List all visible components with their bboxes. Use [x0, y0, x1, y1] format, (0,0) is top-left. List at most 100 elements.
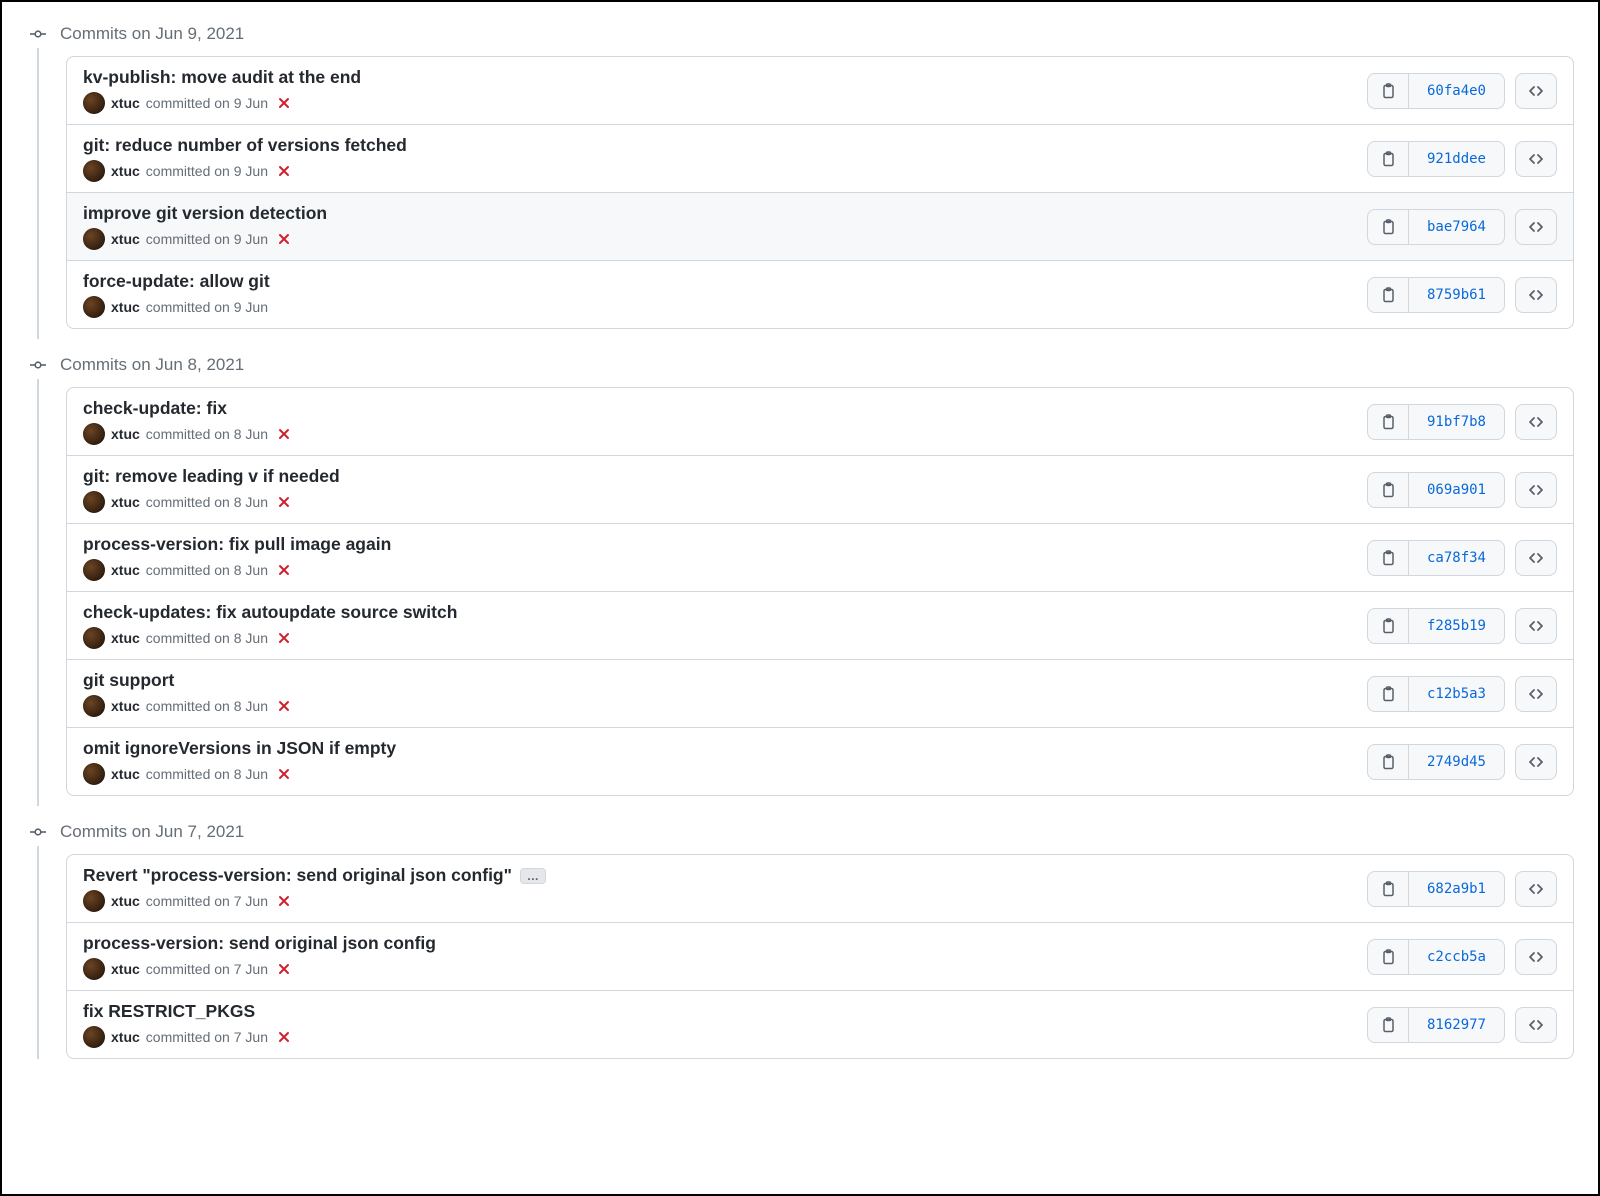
- author-link[interactable]: xtuc: [111, 562, 140, 578]
- copy-sha-button[interactable]: [1368, 940, 1408, 974]
- author-link[interactable]: xtuc: [111, 630, 140, 646]
- status-fail-icon: [278, 963, 290, 975]
- commit-sha-link[interactable]: 2749d45: [1408, 745, 1504, 779]
- author-link[interactable]: xtuc: [111, 95, 140, 111]
- browse-code-button[interactable]: [1515, 277, 1557, 313]
- browse-code-button[interactable]: [1515, 404, 1557, 440]
- author-link[interactable]: xtuc: [111, 893, 140, 909]
- commit-title-link[interactable]: force-update: allow git: [83, 271, 270, 292]
- author-link[interactable]: xtuc: [111, 766, 140, 782]
- browse-code-button[interactable]: [1515, 939, 1557, 975]
- commit-title-link[interactable]: git: reduce number of versions fetched: [83, 135, 407, 156]
- ci-status-fail[interactable]: [278, 496, 290, 508]
- commit-row: force-update: allow gitxtuccommitted on …: [67, 260, 1573, 328]
- commit-sha-link[interactable]: bae7964: [1408, 210, 1504, 244]
- browse-code-button[interactable]: [1515, 540, 1557, 576]
- avatar[interactable]: [83, 491, 105, 513]
- browse-code-button[interactable]: [1515, 744, 1557, 780]
- author-link[interactable]: xtuc: [111, 494, 140, 510]
- ci-status-fail[interactable]: [278, 768, 290, 780]
- browse-code-button[interactable]: [1515, 676, 1557, 712]
- copy-sha-button[interactable]: [1368, 278, 1408, 312]
- commit-sha-link[interactable]: f285b19: [1408, 609, 1504, 643]
- copy-sha-button[interactable]: [1368, 609, 1408, 643]
- copy-sha-button[interactable]: [1368, 473, 1408, 507]
- browse-code-button[interactable]: [1515, 141, 1557, 177]
- avatar[interactable]: [83, 92, 105, 114]
- commit-sha-link[interactable]: 682a9b1: [1408, 872, 1504, 906]
- commit-sha-link[interactable]: 91bf7b8: [1408, 405, 1504, 439]
- avatar[interactable]: [83, 423, 105, 445]
- commit-sha-link[interactable]: 921ddee: [1408, 142, 1504, 176]
- author-link[interactable]: xtuc: [111, 698, 140, 714]
- commit-title-link[interactable]: improve git version detection: [83, 203, 327, 224]
- ci-status-fail[interactable]: [278, 233, 290, 245]
- avatar[interactable]: [83, 763, 105, 785]
- ci-status-fail[interactable]: [278, 632, 290, 644]
- commit-title-link[interactable]: Revert "process-version: send original j…: [83, 865, 512, 886]
- timeline-connector: [37, 48, 39, 339]
- avatar[interactable]: [83, 296, 105, 318]
- commit-meta: xtuccommitted on 8 Jun: [83, 695, 1367, 717]
- copy-sha-button[interactable]: [1368, 872, 1408, 906]
- commit-sha-link[interactable]: 069a901: [1408, 473, 1504, 507]
- ci-status-fail[interactable]: [278, 1031, 290, 1043]
- ci-status-fail[interactable]: [278, 165, 290, 177]
- author-link[interactable]: xtuc: [111, 1029, 140, 1045]
- copy-sha-button[interactable]: [1368, 1008, 1408, 1042]
- ci-status-fail[interactable]: [278, 895, 290, 907]
- author-link[interactable]: xtuc: [111, 299, 140, 315]
- ci-status-fail[interactable]: [278, 963, 290, 975]
- avatar[interactable]: [83, 890, 105, 912]
- browse-code-button[interactable]: [1515, 1007, 1557, 1043]
- commit-sha-link[interactable]: ca78f34: [1408, 541, 1504, 575]
- avatar[interactable]: [83, 958, 105, 980]
- code-icon: [1528, 151, 1544, 167]
- author-link[interactable]: xtuc: [111, 231, 140, 247]
- avatar[interactable]: [83, 228, 105, 250]
- avatar[interactable]: [83, 627, 105, 649]
- ci-status-fail[interactable]: [278, 564, 290, 576]
- ci-status-fail[interactable]: [278, 97, 290, 109]
- author-link[interactable]: xtuc: [111, 163, 140, 179]
- code-icon: [1528, 1017, 1544, 1033]
- commit-title-link[interactable]: check-updates: fix autoupdate source swi…: [83, 602, 457, 623]
- browse-code-button[interactable]: [1515, 209, 1557, 245]
- code-icon: [1528, 414, 1544, 430]
- author-link[interactable]: xtuc: [111, 426, 140, 442]
- commit-title-link[interactable]: fix RESTRICT_PKGS: [83, 1001, 255, 1022]
- commit-title-link[interactable]: check-update: fix: [83, 398, 227, 419]
- avatar[interactable]: [83, 160, 105, 182]
- commit-sha-link[interactable]: 8162977: [1408, 1008, 1504, 1042]
- commit-actions: 60fa4e0: [1367, 73, 1557, 109]
- copy-sha-button[interactable]: [1368, 74, 1408, 108]
- expand-message-button[interactable]: …: [520, 868, 546, 884]
- commit-title-link[interactable]: git: remove leading v if needed: [83, 466, 340, 487]
- copy-sha-button[interactable]: [1368, 745, 1408, 779]
- browse-code-button[interactable]: [1515, 871, 1557, 907]
- copy-sha-button[interactable]: [1368, 210, 1408, 244]
- ci-status-fail[interactable]: [278, 700, 290, 712]
- commit-sha-link[interactable]: 60fa4e0: [1408, 74, 1504, 108]
- browse-code-button[interactable]: [1515, 608, 1557, 644]
- copy-sha-button[interactable]: [1368, 541, 1408, 575]
- browse-code-button[interactable]: [1515, 73, 1557, 109]
- commit-sha-link[interactable]: c12b5a3: [1408, 677, 1504, 711]
- copy-sha-button[interactable]: [1368, 677, 1408, 711]
- commit-sha-link[interactable]: 8759b61: [1408, 278, 1504, 312]
- ci-status-fail[interactable]: [278, 428, 290, 440]
- commit-title-link[interactable]: process-version: fix pull image again: [83, 534, 391, 555]
- commit-title-link[interactable]: kv-publish: move audit at the end: [83, 67, 361, 88]
- avatar[interactable]: [83, 1026, 105, 1048]
- commit-title-link[interactable]: process-version: send original json conf…: [83, 933, 436, 954]
- avatar[interactable]: [83, 559, 105, 581]
- commit-row: omit ignoreVersions in JSON if empty xtuc…: [67, 727, 1573, 795]
- avatar[interactable]: [83, 695, 105, 717]
- copy-sha-button[interactable]: [1368, 142, 1408, 176]
- author-link[interactable]: xtuc: [111, 961, 140, 977]
- commit-title-link[interactable]: git support: [83, 670, 174, 691]
- commit-sha-link[interactable]: c2ccb5a: [1408, 940, 1504, 974]
- copy-sha-button[interactable]: [1368, 405, 1408, 439]
- commit-title-link[interactable]: omit ignoreVersions in JSON if empty: [83, 738, 396, 759]
- browse-code-button[interactable]: [1515, 472, 1557, 508]
